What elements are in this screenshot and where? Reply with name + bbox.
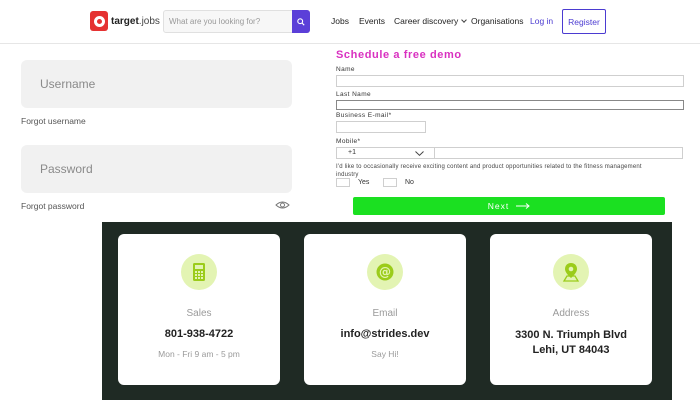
contact-section: Sales 801-938-4722 Mon - Fri 9 am - 5 pm… <box>102 222 672 400</box>
search-input[interactable] <box>164 11 292 32</box>
site-header: target.jobs Jobs Events Career discovery… <box>0 0 700 44</box>
password-field[interactable]: Password <box>21 145 292 193</box>
address-title: Address <box>552 308 590 319</box>
demo-form-title: Schedule a free demo <box>336 49 462 61</box>
search-box <box>163 10 310 33</box>
last-name-label: Last Name <box>336 91 372 98</box>
nav-career-discovery-label: Career discovery <box>394 16 459 26</box>
nav-jobs[interactable]: Jobs <box>331 16 349 26</box>
arrow-right-icon <box>516 203 531 209</box>
name-input[interactable] <box>336 75 684 87</box>
username-placeholder: Username <box>40 77 96 91</box>
nav-career-discovery[interactable]: Career discovery <box>394 16 468 26</box>
consent-no-label: No <box>405 179 414 186</box>
consent-text: I'd like to occasionally receive excitin… <box>336 164 642 178</box>
search-icon <box>297 17 305 26</box>
password-placeholder: Password <box>40 162 93 176</box>
consent-yes-checkbox[interactable] <box>336 178 350 187</box>
username-field[interactable]: Username <box>21 60 292 108</box>
nav-events[interactable]: Events <box>359 16 385 26</box>
at-icon: @ <box>376 263 394 281</box>
email-title: Email <box>372 308 398 319</box>
next-button[interactable]: Next <box>353 197 665 215</box>
mobile-label: Mobile* <box>336 138 361 145</box>
next-label: Next <box>487 201 510 211</box>
address-line-2: Lehi, UT 84043 <box>532 344 610 356</box>
sales-icon-circle <box>181 254 217 290</box>
forgot-username-link[interactable]: Forgot username <box>21 116 86 126</box>
address-line-1: 3300 N. Triumph Blvd <box>515 329 627 341</box>
address-icon-circle <box>553 254 589 290</box>
sales-phone[interactable]: 801-938-4722 <box>118 328 280 340</box>
search-button[interactable] <box>292 10 310 33</box>
address-card: Address 3300 N. Triumph Blvd Lehi, UT 84… <box>490 234 652 385</box>
register-button[interactable]: Register <box>562 9 606 34</box>
chevron-down-icon <box>461 17 468 23</box>
last-name-input[interactable] <box>336 100 684 110</box>
sales-card: Sales 801-938-4722 Mon - Fri 9 am - 5 pm <box>118 234 280 385</box>
consent-no-checkbox[interactable] <box>383 178 397 187</box>
svg-text:@: @ <box>379 265 391 279</box>
phone-icon <box>193 263 205 281</box>
address-value[interactable]: 3300 N. Triumph Blvd Lehi, UT 84043 <box>490 328 652 358</box>
country-code-value: +1 <box>348 149 356 156</box>
business-email-input[interactable] <box>336 121 426 133</box>
email-address[interactable]: info@strides.dev <box>304 328 466 340</box>
map-pin-icon <box>562 263 580 282</box>
sales-hours: Mon - Fri 9 am - 5 pm <box>158 349 240 359</box>
eye-icon[interactable] <box>275 200 290 210</box>
nav-organisations[interactable]: Organisations <box>471 16 523 26</box>
forgot-password-link[interactable]: Forgot password <box>21 201 84 211</box>
login-link[interactable]: Log in <box>530 16 553 26</box>
logo-mark-icon <box>90 11 108 31</box>
logo-text: target.jobs <box>111 15 160 27</box>
email-card: @ Email info@strides.dev Say Hi! <box>304 234 466 385</box>
country-code-select[interactable]: +1 <box>336 147 435 159</box>
chevron-down-icon <box>415 151 424 156</box>
name-label: Name <box>336 66 355 73</box>
consent-yes-label: Yes <box>358 179 370 186</box>
email-icon-circle: @ <box>367 254 403 290</box>
page: target.jobs Jobs Events Career discovery… <box>0 0 700 400</box>
business-email-label: Business E-mail* <box>336 112 392 119</box>
sales-title: Sales <box>186 308 212 319</box>
mobile-number-input[interactable] <box>434 147 683 159</box>
email-sub: Say Hi! <box>371 349 399 359</box>
logo[interactable]: target.jobs <box>90 11 160 31</box>
